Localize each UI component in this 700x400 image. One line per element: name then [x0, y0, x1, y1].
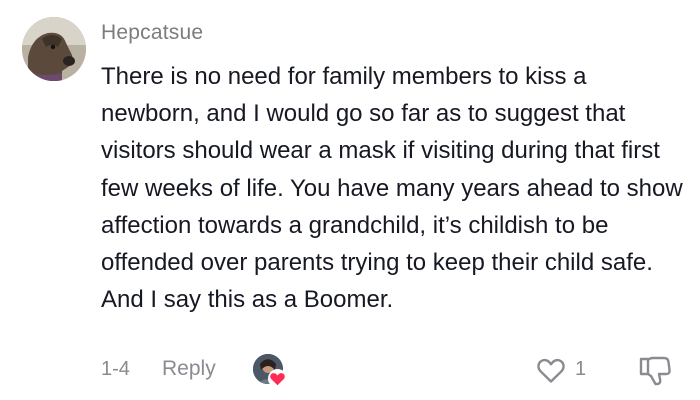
reply-button[interactable]: Reply: [162, 357, 216, 381]
comment-date: 1-4: [101, 358, 130, 380]
comment-username[interactable]: Hepcatsue: [101, 21, 203, 45]
like-count: 1: [575, 358, 587, 380]
thumbs-down-icon: [639, 356, 671, 386]
heart-outline-icon: [537, 358, 565, 383]
heart-icon: [268, 369, 287, 388]
comment-item: Hepcatsue There is no need for family me…: [0, 0, 700, 400]
like-button[interactable]: [536, 356, 566, 384]
dog-avatar-icon: [22, 17, 86, 81]
user-avatar[interactable]: [22, 17, 86, 81]
comment-text: There is no need for family members to k…: [101, 63, 683, 314]
dislike-button[interactable]: [638, 355, 672, 387]
creator-liked-badge: [253, 354, 287, 388]
